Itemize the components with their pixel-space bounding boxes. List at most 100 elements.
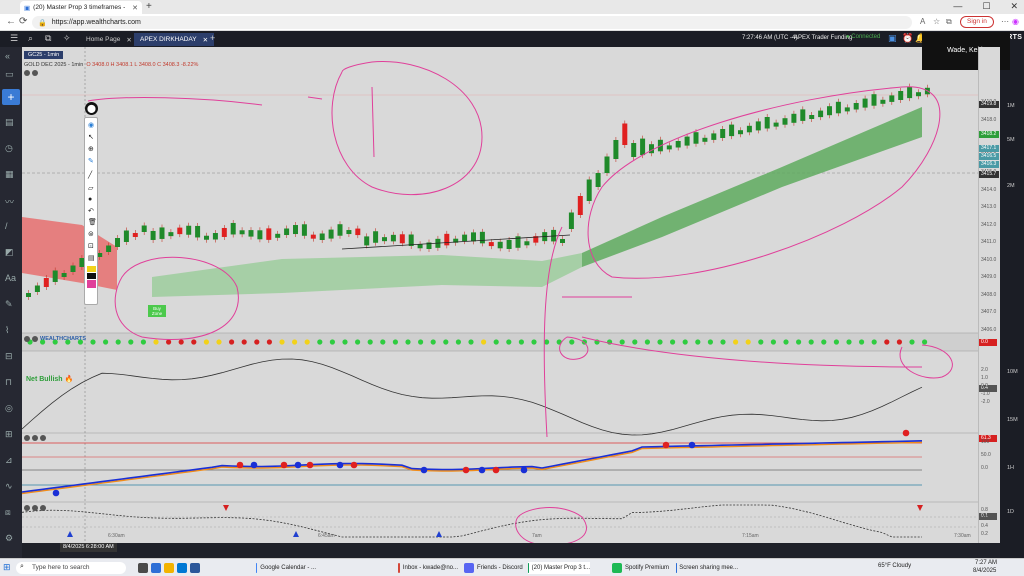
undo-icon[interactable]: ↶ xyxy=(88,207,94,215)
line-icon[interactable]: ╱ xyxy=(88,171,92,179)
pane-visibility-icon[interactable] xyxy=(32,435,38,441)
timeframe-5m[interactable]: 5M xyxy=(1007,137,1015,143)
eye-icon[interactable]: ◉ xyxy=(88,121,94,129)
tab-apex-dirkhaday[interactable]: APEX DIRKHADAY ✕ xyxy=(134,33,215,46)
taskbar-app[interactable]: Screen sharing mee... xyxy=(676,562,738,574)
browser-tab[interactable]: ▣ (20) Master Prop 3 timeframes - ✕ xyxy=(20,1,142,14)
add-button[interactable]: + xyxy=(2,89,20,105)
word-icon[interactable] xyxy=(190,563,200,573)
taskbar-clock-time[interactable]: 7:27 AM xyxy=(975,560,997,566)
pane-settings-icon[interactable] xyxy=(24,336,30,342)
pane-close-icon[interactable] xyxy=(40,505,46,511)
location-pin-icon[interactable]: ⬤ xyxy=(85,102,98,115)
save-icon[interactable]: ▣ xyxy=(888,33,897,44)
alarm-icon[interactable]: ⏰ xyxy=(902,33,913,44)
search-icon[interactable]: ⌕ xyxy=(28,33,33,44)
taskbar-app[interactable]: Spotify Premium xyxy=(612,562,672,574)
layers-icon[interactable]: ⧈ xyxy=(5,507,11,518)
windows-start-icon[interactable]: ⊞ xyxy=(3,562,11,573)
refresh-icon[interactable]: ⟳ xyxy=(19,16,27,27)
pane-settings-icon[interactable] xyxy=(24,505,30,511)
pane-visibility-icon[interactable] xyxy=(32,505,38,511)
chart-settings-icon[interactable] xyxy=(24,70,30,76)
price-chart-svg[interactable]: Buy Zone xyxy=(22,47,978,543)
calendar-icon[interactable]: ▦ xyxy=(5,169,14,180)
price-scale[interactable]: 3419.03418.03417.03416.03415.03414.03413… xyxy=(978,47,1000,543)
close-window-icon[interactable]: ✕ xyxy=(1010,1,1018,12)
chart-icon[interactable]: ▤ xyxy=(5,117,14,128)
stamp-icon[interactable]: ⊜ xyxy=(88,230,94,238)
menu-icon[interactable]: ☰ xyxy=(10,33,18,44)
eye-icon[interactable]: ◎ xyxy=(5,403,13,414)
color-swatch-black[interactable] xyxy=(87,273,96,279)
taskbar-app[interactable]: Google Calendar - ... xyxy=(256,562,316,574)
task-view-icon[interactable] xyxy=(138,563,148,573)
favorite-icon[interactable]: ☆ xyxy=(933,17,940,26)
taskbar-search-input[interactable]: Type here to search xyxy=(16,562,126,574)
trash-icon[interactable]: 🗑 xyxy=(88,218,97,226)
camera-icon[interactable]: ⊡ xyxy=(88,242,94,250)
add-tab-icon[interactable]: + xyxy=(210,33,215,43)
url-input[interactable]: 🔒 https://app.wealthcharts.com xyxy=(32,16,912,29)
color-swatch-yellow[interactable] xyxy=(87,266,96,272)
ruler-icon[interactable]: ▭ xyxy=(5,69,14,80)
strategy-icon[interactable]: ∿ xyxy=(5,481,13,492)
close-tab-icon[interactable]: ✕ xyxy=(203,36,208,44)
timeframe-2m[interactable]: 2M xyxy=(1007,183,1015,189)
timeframe-1d[interactable]: 1D xyxy=(1007,509,1014,515)
timeframe-10m[interactable]: 10M xyxy=(1007,369,1018,375)
crosshair-icon[interactable]: ⊕ xyxy=(88,145,94,153)
text-tool-icon[interactable]: Aa xyxy=(5,273,16,283)
back-icon[interactable]: ← xyxy=(6,16,16,27)
lock-icon[interactable]: ⊟ xyxy=(5,351,13,362)
collapse-icon[interactable]: « xyxy=(5,51,10,61)
shapes-icon[interactable]: ◩ xyxy=(5,247,14,258)
timeframe-1h[interactable]: 1H xyxy=(1007,465,1014,471)
chart-visibility-icon[interactable] xyxy=(32,70,38,76)
measure-icon[interactable]: ⌇ xyxy=(5,325,9,336)
dot-icon[interactable]: ● xyxy=(88,196,92,203)
tab-home-page[interactable]: Home Page ✕ xyxy=(80,33,138,46)
brush-icon[interactable]: ✎ xyxy=(5,299,13,310)
taskbar-app[interactable]: Inbox - kwade@no... xyxy=(398,562,458,574)
timeframe-15m[interactable]: 15M xyxy=(1007,417,1018,423)
magnet-icon[interactable]: ⊓ xyxy=(5,377,12,388)
pane-settings-icon[interactable] xyxy=(24,435,30,441)
pane-visibility-icon[interactable] xyxy=(32,336,38,342)
taskbar-clock-date[interactable]: 8/4/2025 xyxy=(973,568,996,574)
trend-icon[interactable]: 〰 xyxy=(5,195,14,208)
taskbar-app[interactable]: Friends - Discord xyxy=(464,562,524,574)
line-tool-icon[interactable]: / xyxy=(5,221,8,231)
minimize-icon[interactable]: — xyxy=(953,1,962,12)
weather-widget[interactable]: 65°F Cloudy xyxy=(878,563,911,569)
clipboard-icon[interactable]: ▤ xyxy=(88,254,95,262)
cursor-icon[interactable]: ↖ xyxy=(88,133,94,141)
clock-icon[interactable]: ◷ xyxy=(5,143,13,154)
color-swatch-pink[interactable] xyxy=(87,280,96,288)
mail-icon[interactable] xyxy=(177,563,187,573)
copilot-icon[interactable]: ◉ xyxy=(1012,17,1019,26)
settings-icon[interactable]: ⚙ xyxy=(5,533,13,544)
close-tab-icon[interactable]: ✕ xyxy=(126,36,131,44)
symbol-tag[interactable]: GC25 - 1min xyxy=(24,51,64,59)
indicator-icon[interactable]: ⊿ xyxy=(5,455,13,466)
close-tab-icon[interactable]: ✕ xyxy=(132,4,138,12)
account-funding[interactable]: APEX Trader Funding xyxy=(794,35,852,41)
eraser-icon[interactable]: ▱ xyxy=(88,184,93,192)
explorer-icon[interactable] xyxy=(164,563,174,573)
chart-canvas[interactable]: Buy Zone WEALTHCHARTS Net Bullish 🔥 6:30… xyxy=(22,47,978,543)
trash-icon[interactable]: ⊞ xyxy=(5,429,13,440)
pencil-icon[interactable]: ✎ xyxy=(88,157,94,165)
edge-icon[interactable] xyxy=(151,563,161,573)
taskbar-app-active[interactable]: (20) Master Prop 3 t... xyxy=(528,562,590,574)
pane-close-icon[interactable] xyxy=(40,435,46,441)
layout-icon[interactable]: ⧉ xyxy=(45,33,51,44)
collections-icon[interactable]: ⧉ xyxy=(946,17,952,27)
signin-button[interactable]: Sign in xyxy=(960,16,994,28)
new-tab-icon[interactable]: + xyxy=(146,1,152,12)
timeframe-1m[interactable]: 1M xyxy=(1007,103,1015,109)
more-icon[interactable]: ⋯ xyxy=(1001,17,1009,26)
read-aloud-icon[interactable]: A xyxy=(920,17,925,26)
maximize-icon[interactable]: ☐ xyxy=(982,1,990,12)
ai-icon[interactable]: ✧ xyxy=(63,33,71,44)
